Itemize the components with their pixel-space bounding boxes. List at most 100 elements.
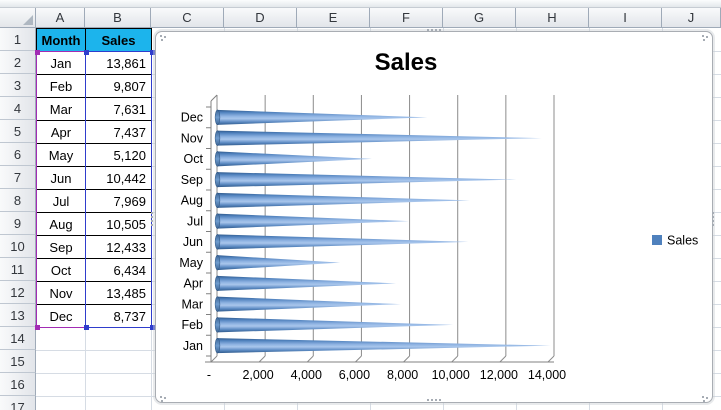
cone-bar-Jan[interactable] bbox=[217, 338, 551, 354]
category-label-Dec[interactable]: Dec bbox=[181, 111, 203, 125]
cell-sales-Jun[interactable]: 10,442 bbox=[85, 166, 152, 190]
cone-bar-Oct[interactable] bbox=[217, 151, 372, 167]
cone-bar-Feb[interactable] bbox=[217, 317, 454, 333]
chart-resize-handle[interactable] bbox=[702, 35, 704, 37]
row-header-13[interactable]: 13 bbox=[0, 304, 36, 327]
cell-month-Jun[interactable]: Jun bbox=[36, 166, 86, 190]
column-header-J[interactable]: J bbox=[662, 8, 721, 28]
cell-sales-Sep[interactable]: 12,433 bbox=[85, 235, 152, 259]
x-axis-label-1[interactable]: 2,000 bbox=[242, 368, 273, 382]
chart-resize-handle[interactable] bbox=[160, 35, 162, 37]
cell-month-Oct[interactable]: Oct bbox=[36, 258, 86, 282]
category-label-Apr[interactable]: Apr bbox=[184, 277, 203, 291]
column-header-H[interactable]: H bbox=[516, 8, 589, 28]
cone-bar-Sep[interactable] bbox=[217, 172, 517, 188]
category-label-Aug[interactable]: Aug bbox=[181, 194, 203, 208]
chart-resize-handle[interactable] bbox=[712, 212, 714, 214]
chart-resize-handle[interactable] bbox=[427, 399, 429, 401]
cell-sales-Feb[interactable]: 9,807 bbox=[85, 74, 152, 98]
row-header-7[interactable]: 7 bbox=[0, 166, 36, 189]
row-header-2[interactable]: 2 bbox=[0, 51, 36, 74]
chart-object[interactable]: Sales Dec Nov Oct Sep Aug Jul Jun May Apr Mar Feb Ja… bbox=[155, 31, 713, 403]
cone-bar-Apr[interactable] bbox=[217, 275, 396, 291]
category-label-Jan[interactable]: Jan bbox=[183, 339, 203, 353]
cone-bar-Jun[interactable] bbox=[217, 234, 469, 250]
x-axis-label-2[interactable]: 4,000 bbox=[291, 368, 322, 382]
category-label-Sep[interactable]: Sep bbox=[181, 173, 203, 187]
category-label-Mar[interactable]: Mar bbox=[181, 297, 203, 311]
chart-resize-handle[interactable] bbox=[160, 396, 162, 398]
row-header-9[interactable]: 9 bbox=[0, 212, 36, 235]
cell-sales-Nov[interactable]: 13,485 bbox=[85, 281, 152, 305]
x-axis-label-7[interactable]: 14,000 bbox=[528, 368, 566, 382]
column-header-B[interactable]: B bbox=[85, 8, 151, 28]
chart-resize-handle[interactable] bbox=[427, 29, 429, 31]
cone-bar-Nov[interactable] bbox=[217, 130, 542, 146]
cone-bar-May[interactable] bbox=[217, 255, 341, 271]
row-header-4[interactable]: 4 bbox=[0, 97, 36, 120]
cell-month-Nov[interactable]: Nov bbox=[36, 281, 86, 305]
cell-sales-May[interactable]: 5,120 bbox=[85, 143, 152, 167]
row-header-11[interactable]: 11 bbox=[0, 258, 36, 281]
category-label-May[interactable]: May bbox=[179, 256, 203, 270]
category-label-Jul[interactable]: Jul bbox=[187, 214, 203, 228]
legend[interactable]: Sales bbox=[652, 234, 698, 248]
cell-month-Sep[interactable]: Sep bbox=[36, 235, 86, 259]
x-axis-label-0[interactable]: - bbox=[207, 368, 211, 382]
cone-bar-base-Oct bbox=[214, 151, 221, 167]
cone-bar-base-Dec bbox=[214, 109, 221, 126]
category-label-Jun[interactable]: Jun bbox=[183, 235, 203, 249]
cell-month-Mar[interactable]: Mar bbox=[36, 97, 86, 121]
select-all-corner[interactable] bbox=[0, 8, 36, 28]
cell-sales-Jan[interactable]: 13,861 bbox=[85, 51, 152, 75]
cell-month-Jul[interactable]: Jul bbox=[36, 189, 86, 213]
row-header-15[interactable]: 15 bbox=[0, 350, 36, 373]
row-header-5[interactable]: 5 bbox=[0, 120, 36, 143]
x-axis-label-4[interactable]: 8,000 bbox=[387, 368, 418, 382]
category-label-Oct[interactable]: Oct bbox=[184, 152, 204, 166]
cell-month-May[interactable]: May bbox=[36, 143, 86, 167]
x-axis-label-3[interactable]: 6,000 bbox=[339, 368, 370, 382]
row-header-17[interactable]: 17 bbox=[0, 396, 36, 410]
cone-bar-Aug[interactable] bbox=[217, 192, 470, 208]
category-label-Nov[interactable]: Nov bbox=[181, 131, 204, 145]
column-header-G[interactable]: G bbox=[443, 8, 516, 28]
chart-title[interactable]: Sales bbox=[375, 49, 438, 76]
row-header-14[interactable]: 14 bbox=[0, 327, 36, 350]
column-header-D[interactable]: D bbox=[224, 8, 297, 28]
chart-resize-handle[interactable] bbox=[151, 212, 153, 214]
table-header-month[interactable]: Month bbox=[36, 28, 86, 52]
row-header-3[interactable]: 3 bbox=[0, 74, 36, 97]
cell-sales-Oct[interactable]: 6,434 bbox=[85, 258, 152, 282]
table-header-sales[interactable]: Sales bbox=[85, 28, 152, 52]
row-header-1[interactable]: 1 bbox=[0, 28, 36, 51]
row-header-6[interactable]: 6 bbox=[0, 143, 36, 166]
row-header-12[interactable]: 12 bbox=[0, 281, 36, 304]
cell-month-Feb[interactable]: Feb bbox=[36, 74, 86, 98]
cone-bar-Dec[interactable] bbox=[217, 109, 428, 125]
cell-sales-Jul[interactable]: 7,969 bbox=[85, 189, 152, 213]
column-header-C[interactable]: C bbox=[151, 8, 224, 28]
cone-bar-Mar[interactable] bbox=[217, 296, 401, 312]
chart-resize-handle[interactable] bbox=[702, 396, 704, 398]
column-header-A[interactable]: A bbox=[36, 8, 85, 28]
row-header-10[interactable]: 10 bbox=[0, 235, 36, 258]
x-axis-label-5[interactable]: 10,000 bbox=[432, 368, 470, 382]
row-header-8[interactable]: 8 bbox=[0, 189, 36, 212]
x-axis-label-6[interactable]: 12,000 bbox=[480, 368, 518, 382]
category-label-Feb[interactable]: Feb bbox=[181, 318, 203, 332]
cell-sales-Apr[interactable]: 7,437 bbox=[85, 120, 152, 144]
cell-sales-Dec[interactable]: 8,737 bbox=[85, 304, 152, 328]
chart-depth-tick bbox=[451, 355, 459, 363]
column-header-I[interactable]: I bbox=[589, 8, 662, 28]
cell-month-Jan[interactable]: Jan bbox=[36, 51, 86, 75]
legend-label[interactable]: Sales bbox=[667, 234, 698, 248]
column-header-E[interactable]: E bbox=[297, 8, 370, 28]
cell-sales-Aug[interactable]: 10,505 bbox=[85, 212, 152, 236]
cell-month-Apr[interactable]: Apr bbox=[36, 120, 86, 144]
cell-month-Dec[interactable]: Dec bbox=[36, 304, 86, 328]
column-header-F[interactable]: F bbox=[370, 8, 443, 28]
cell-sales-Mar[interactable]: 7,631 bbox=[85, 97, 152, 121]
row-header-16[interactable]: 16 bbox=[0, 373, 36, 396]
cell-month-Aug[interactable]: Aug bbox=[36, 212, 86, 236]
